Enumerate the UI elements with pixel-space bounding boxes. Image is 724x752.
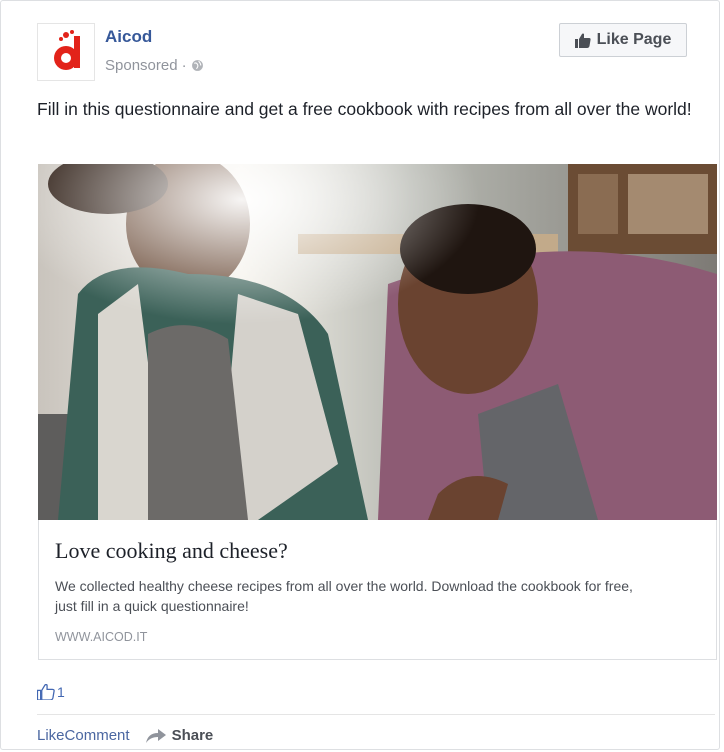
globe-icon [191, 60, 203, 71]
post-actions: Like Comment Share [37, 727, 213, 744]
link-title[interactable]: Love cooking and cheese? [55, 538, 288, 564]
link-description: We collected healthy cheese recipes from… [55, 578, 633, 614]
like-count-icon [37, 684, 55, 700]
like-page-button[interactable]: Like Page [559, 23, 687, 57]
like-count-value: 1 [57, 684, 65, 700]
page-name-link[interactable]: Aicod [105, 27, 152, 47]
share-arrow-icon [145, 728, 166, 743]
ad-photo-illustration [38, 164, 717, 520]
sponsored-line: Sponsored · [105, 57, 204, 74]
share-label: Share [171, 727, 214, 744]
link-url: WWW.AICOD.IT [55, 630, 148, 644]
page-logo[interactable] [37, 23, 95, 81]
like-action[interactable]: Like [37, 727, 65, 744]
like-count[interactable]: 1 [37, 684, 65, 700]
thumbs-up-icon [574, 33, 591, 48]
comment-action[interactable]: Comment [65, 727, 130, 744]
divider [37, 714, 715, 715]
post-text: Fill in this questionnaire and get a fre… [37, 99, 692, 119]
share-action[interactable]: Share [145, 727, 214, 744]
ad-photo[interactable] [38, 164, 717, 520]
like-page-label: Like Page [596, 31, 672, 48]
sponsored-post-card: Aicod Sponsored · Like Page Fill in this… [0, 0, 720, 750]
link-preview[interactable]: Love cooking and cheese? We collected he… [38, 520, 717, 660]
logo-icon [54, 30, 80, 70]
sponsored-label[interactable]: Sponsored [105, 57, 178, 74]
separator: · [181, 57, 187, 74]
